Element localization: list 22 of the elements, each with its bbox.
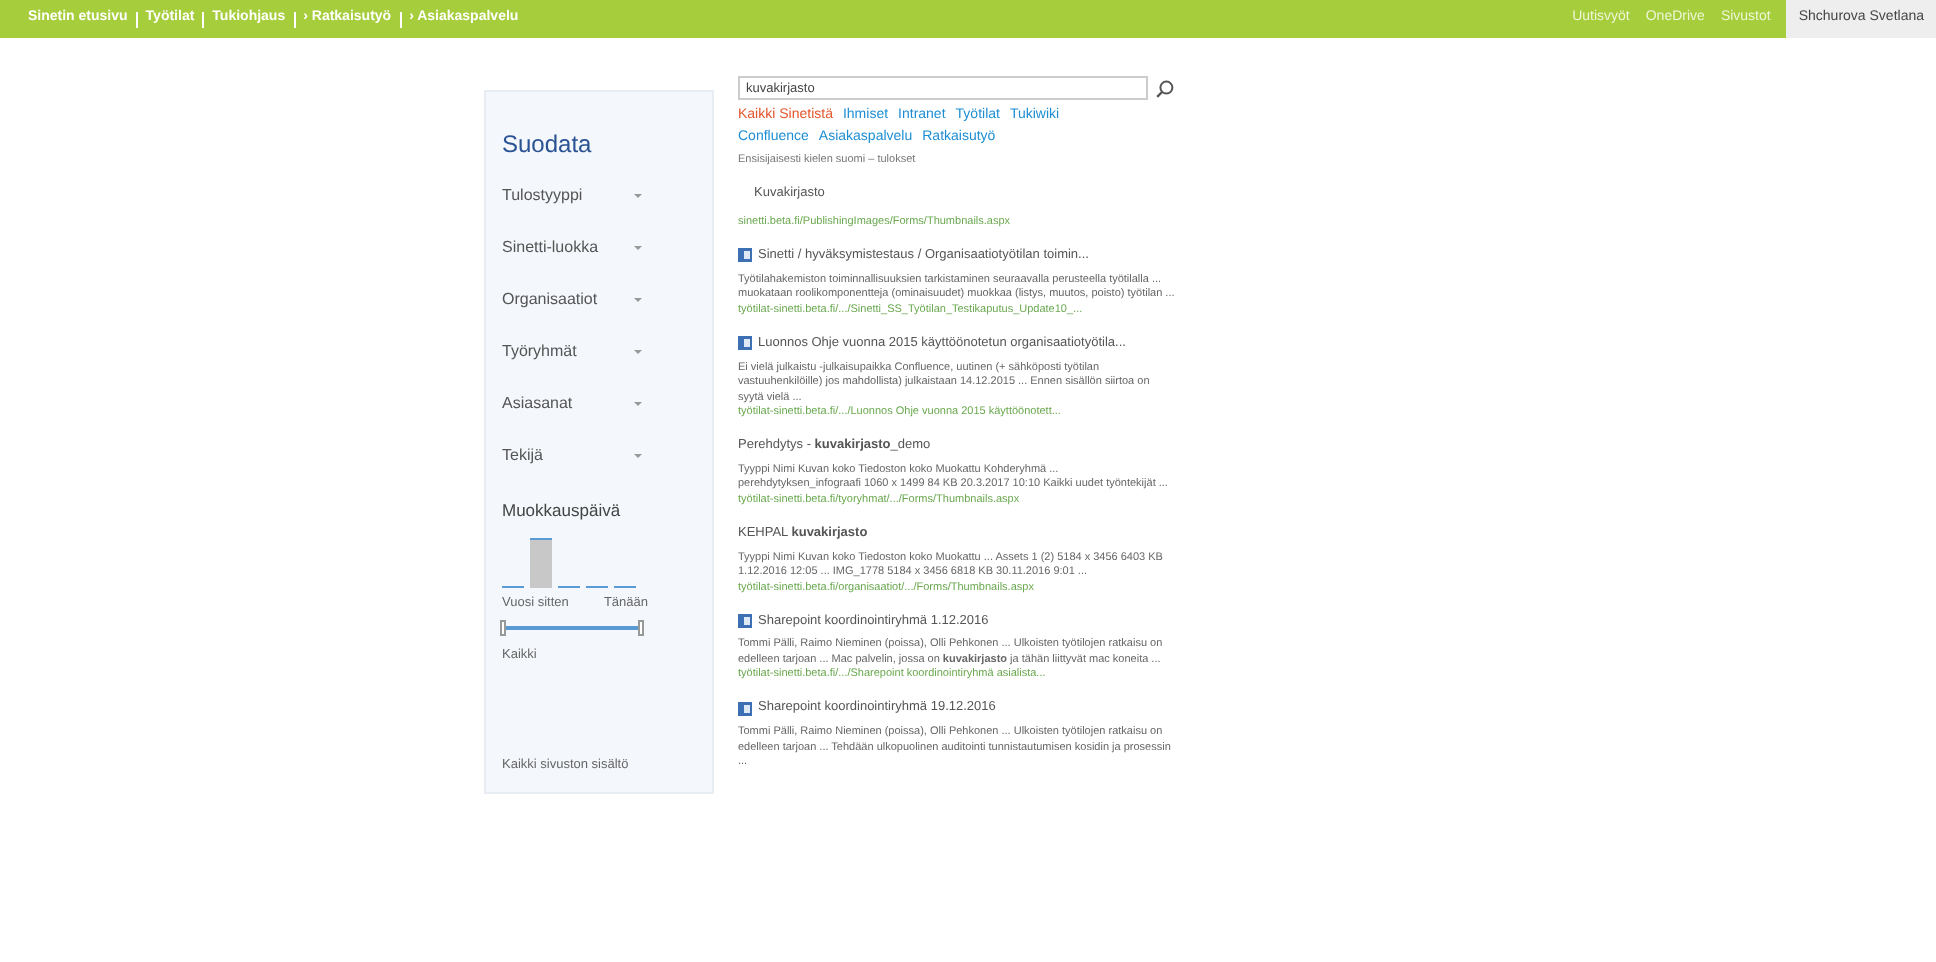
slider-handle[interactable] [500,619,506,635]
caret-icon [634,246,642,250]
caret-icon [634,454,642,458]
filter-dropdown[interactable]: Työryhmät [502,326,642,378]
date-range-slider[interactable] [502,619,642,635]
filter-dropdown[interactable]: Asiasanat [502,378,642,430]
filter-dropdown[interactable]: Tulostyyppi [502,170,642,222]
section-title: Muokkauspäivä [502,498,623,524]
slider-handle[interactable] [638,619,644,635]
document-icon [738,613,752,628]
document-icon [738,248,752,263]
caret-icon [634,350,642,354]
document-icon [738,701,752,716]
filter-dropdown[interactable]: Sinetti-luokka [502,222,642,274]
document-icon [738,336,752,351]
caret-icon [634,402,642,406]
search-icon[interactable] [1156,79,1174,97]
panel-title: Suodata [502,128,594,162]
caret-icon [634,298,642,302]
caret-icon [634,194,642,198]
filter-dropdown[interactable]: Tekijä [502,430,642,482]
filter-dropdown[interactable]: Organisaatiot [502,274,642,326]
